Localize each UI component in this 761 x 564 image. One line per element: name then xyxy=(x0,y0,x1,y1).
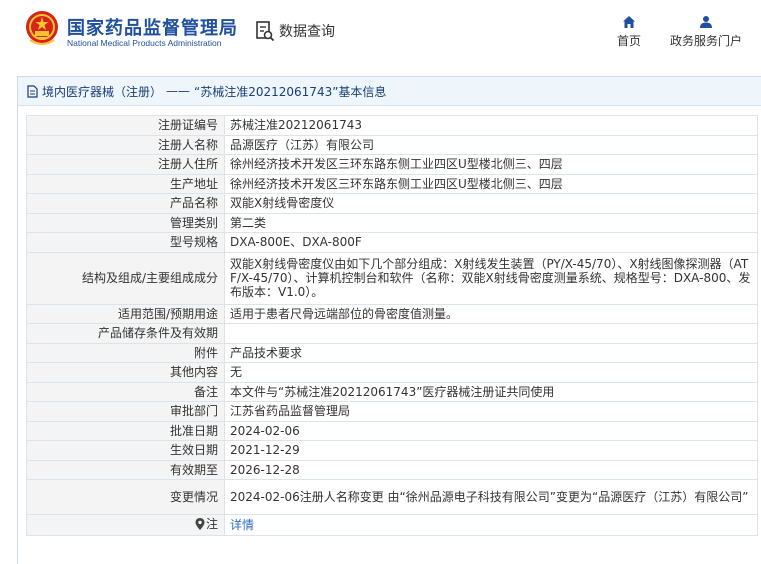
field-value xyxy=(224,323,758,344)
site-subtitle: National Medical Products Administration xyxy=(67,38,222,48)
field-value: 适用于患者尺骨远端部位的骨密度值测量。 xyxy=(224,303,758,324)
note-value-cell: 详情 xyxy=(224,514,758,536)
table-row: 注册人住所 徐州经济技术开发区三环东路东侧工业四区U型楼北侧三、四层 xyxy=(26,154,758,175)
note-row: 注详情 xyxy=(26,514,758,536)
field-label: 有效期至 xyxy=(26,459,225,480)
table-row: 结构及组成/主要组成成分 双能X射线骨密度仪由如下几个部分组成：X射线发生装置（P… xyxy=(26,251,758,305)
breadcrumb-record-title: “苏械注准20212061743”基本信息 xyxy=(194,84,387,99)
field-value: 本文件与“苏械注准20212061743”医疗器械注册证共同使用 xyxy=(224,381,758,402)
field-label: 审批部门 xyxy=(26,401,225,422)
breadcrumb-separator: —— xyxy=(166,84,191,98)
field-label: 注册证编号 xyxy=(26,115,225,136)
nav-gov-portal-label: 政务服务门户 xyxy=(669,34,742,48)
field-value: 2021-12-29 xyxy=(224,440,758,461)
table-row: 附件 产品技术要求 xyxy=(26,342,758,363)
table-row: 适用范围/预期用途 适用于患者尺骨远端部位的骨密度值测量。 xyxy=(26,303,758,324)
field-label: 附件 xyxy=(26,342,225,363)
field-value: 2024-02-06注册人名称变更 由“徐州品源电子科技有限公司”变更为“品源医… xyxy=(224,479,758,515)
field-label: 批准日期 xyxy=(26,420,225,441)
nav-home[interactable]: 首页 xyxy=(612,15,646,53)
field-value: 徐州经济技术开发区三环东路东侧工业四区U型楼北侧三、四层 xyxy=(224,154,758,175)
field-label: 注册人住所 xyxy=(26,154,225,175)
detail-link[interactable]: 详情 xyxy=(230,518,254,532)
breadcrumb-category-link[interactable]: 境内医疗器械（注册） xyxy=(42,83,162,100)
field-value: 2024-02-06 xyxy=(224,420,758,441)
table-row: 有效期至 2026-12-28 xyxy=(26,459,758,480)
field-label: 其他内容 xyxy=(26,362,225,383)
table-row: 管理类别 第二类 xyxy=(26,212,758,233)
field-label: 结构及组成/主要组成成分 xyxy=(26,251,225,305)
field-value: 苏械注准20212061743 xyxy=(224,115,758,136)
nav-gov-portal[interactable]: 政务服务门户 xyxy=(667,15,745,53)
table-row: 注册证编号 苏械注准20212061743 xyxy=(26,115,758,136)
user-icon xyxy=(700,16,712,28)
site-title: 国家药品监督管理局 xyxy=(67,18,238,39)
field-label: 型号规格 xyxy=(26,232,225,253)
field-value: 第二类 xyxy=(224,212,758,233)
table-row: 产品储存条件及有效期 xyxy=(26,323,758,344)
section-title: 数据查询 xyxy=(255,19,335,43)
record-detail-table: 注册证编号 苏械注准20212061743 注册人名称 品源医疗（江苏）有限公司 注册人… xyxy=(26,115,758,536)
field-label: 生效日期 xyxy=(26,440,225,461)
search-document-icon xyxy=(256,21,275,42)
table-row: 生效日期 2021-12-29 xyxy=(26,440,758,461)
site-header: 国家药品监督管理局 National Medical Products Admi… xyxy=(0,0,761,62)
field-value: DXA-800E、DXA-800F xyxy=(224,232,758,253)
table-row: 变更情况 2024-02-06注册人名称变更 由“徐州品源电子科技有限公司”变更为… xyxy=(26,479,758,515)
table-row: 批准日期 2024-02-06 xyxy=(26,420,758,441)
nav-home-label: 首页 xyxy=(616,34,641,48)
table-row: 产品名称 双能X射线骨密度仪 xyxy=(26,193,758,214)
field-label: 变更情况 xyxy=(26,479,225,515)
field-label: 适用范围/预期用途 xyxy=(26,303,225,324)
field-value: 双能X射线骨密度仪由如下几个部分组成：X射线发生装置（PY/X-45/70）、X… xyxy=(224,251,758,305)
table-row: 审批部门 江苏省药品监督管理局 xyxy=(26,401,758,422)
home-icon xyxy=(623,16,635,28)
note-label: 注 xyxy=(205,517,218,531)
field-value: 2026-12-28 xyxy=(224,459,758,480)
field-value: 双能X射线骨密度仪 xyxy=(224,193,758,214)
field-value: 江苏省药品监督管理局 xyxy=(224,401,758,422)
table-row: 生产地址 徐州经济技术开发区三环东路东侧工业四区U型楼北侧三、四层 xyxy=(26,173,758,194)
table-row: 型号规格 DXA-800E、DXA-800F xyxy=(26,232,758,253)
table-row: 注册人名称 品源医疗（江苏）有限公司 xyxy=(26,134,758,155)
pin-icon xyxy=(195,518,205,530)
field-label: 产品名称 xyxy=(26,193,225,214)
national-emblem-icon xyxy=(26,11,58,45)
field-label: 注册人名称 xyxy=(26,134,225,155)
table-row: 备注 本文件与“苏械注准20212061743”医疗器械注册证共同使用 xyxy=(26,381,758,402)
field-label: 生产地址 xyxy=(26,173,225,194)
field-label: 管理类别 xyxy=(26,212,225,233)
field-value: 产品技术要求 xyxy=(224,342,758,363)
record-panel: 境内医疗器械（注册） —— “苏械注准20212061743”基本信息 注册证编… xyxy=(17,76,761,564)
field-value: 徐州经济技术开发区三环东路东侧工业四区U型楼北侧三、四层 xyxy=(224,173,758,194)
document-icon xyxy=(27,84,38,98)
field-label: 产品储存条件及有效期 xyxy=(26,323,225,344)
table-row: 其他内容无 xyxy=(26,362,758,383)
breadcrumb: 境内医疗器械（注册） —— “苏械注准20212061743”基本信息 xyxy=(18,77,761,106)
section-title-label: 数据查询 xyxy=(279,24,335,40)
field-value: 无 xyxy=(224,362,758,383)
field-value: 品源医疗（江苏）有限公司 xyxy=(224,134,758,155)
field-label: 备注 xyxy=(26,381,225,402)
note-label-cell: 注 xyxy=(26,514,225,536)
